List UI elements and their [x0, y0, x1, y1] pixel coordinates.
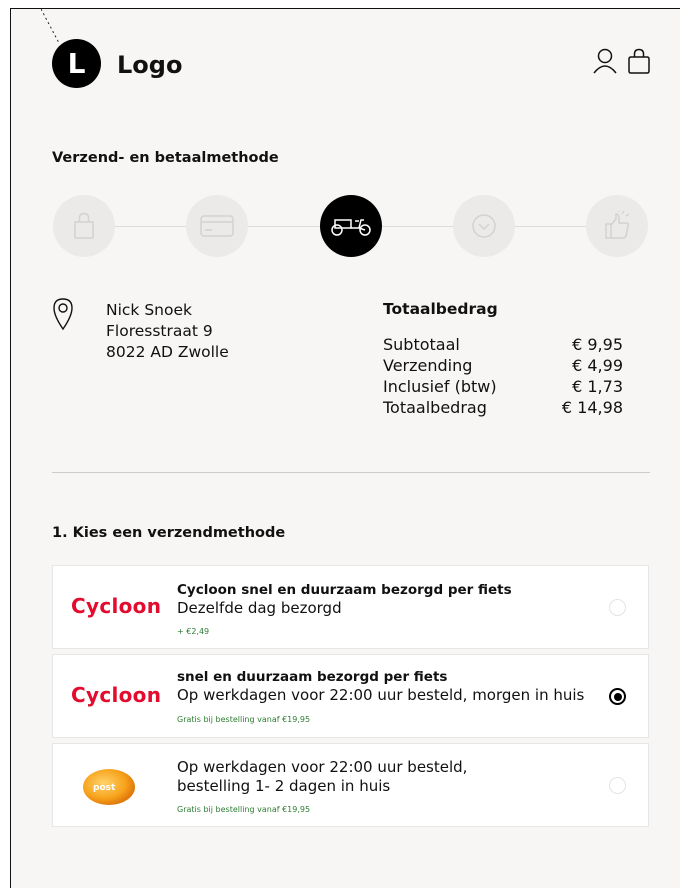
totals-label: Verzending	[383, 356, 473, 375]
step-cart[interactable]	[53, 195, 115, 257]
step-review[interactable]	[453, 195, 515, 257]
totals-row: Subtotaal € 9,95	[383, 334, 623, 355]
shipping-section-title: 1. Kies een verzendmethode	[52, 525, 286, 541]
logo-badge[interactable]: L	[52, 39, 101, 88]
shopping-bag-icon	[74, 212, 94, 239]
totals-table: Subtotaal € 9,95 Verzending € 4,99 Inclusi…	[383, 334, 623, 418]
postnl-logo: post	[83, 769, 135, 805]
step-shipping[interactable]	[320, 195, 382, 257]
shipping-option-description-line2: bestelling 1- 2 dagen in huis	[177, 777, 391, 795]
shipping-option-price: Gratis bij bestelling vanaf €19,95	[177, 715, 311, 724]
dotted-guide-line	[41, 9, 60, 44]
shipping-option-description: Op werkdagen voor 22:00 uur besteld,	[177, 758, 468, 776]
shopping-bag-icon[interactable]	[626, 47, 652, 75]
shipping-option-title: Cycloon snel en duurzaam bezorgd per fie…	[177, 582, 512, 598]
totals-title: Totaalbedrag	[383, 300, 498, 318]
user-icon[interactable]	[592, 47, 618, 75]
shipping-option-description: Dezelfde dag bezorgd	[177, 599, 342, 617]
location-pin-icon	[53, 298, 73, 331]
cycloon-logo: Cycloon	[71, 683, 162, 707]
totals-label: Totaalbedrag	[383, 398, 487, 417]
shipping-option-radio-selected[interactable]	[609, 688, 626, 705]
shipping-option-price: Gratis bij bestelling vanaf €19,95	[177, 805, 311, 814]
cargo-bike-icon	[331, 219, 371, 236]
thumbs-up-icon	[605, 211, 630, 239]
address-street: Floresstraat 9	[106, 322, 213, 340]
totals-label: Inclusief (btw)	[383, 377, 497, 396]
shipping-option-cycloon-sameday[interactable]: Cycloon Cycloon snel en duurzaam bezorgd…	[52, 565, 649, 649]
shipping-option-cycloon-nextday[interactable]: Cycloon snel en duurzaam bezorgd per fie…	[52, 654, 649, 738]
section-divider	[52, 472, 650, 473]
svg-text:post: post	[93, 783, 116, 793]
delivery-address: Nick Snoek Floresstraat 9 8022 AD Zwolle	[106, 300, 229, 363]
checkout-section-title: Verzend- en betaalmethode	[52, 150, 279, 166]
totals-value: € 1,73	[572, 377, 623, 396]
credit-card-icon	[200, 215, 234, 237]
totals-row: Totaalbedrag € 14,98	[383, 397, 623, 418]
chevron-down-circle-icon	[472, 214, 496, 238]
shipping-option-radio[interactable]	[609, 777, 626, 794]
totals-value: € 14,98	[561, 398, 623, 417]
shipping-option-description: Op werkdagen voor 22:00 uur besteld, mor…	[177, 686, 585, 704]
step-payment[interactable]	[186, 195, 248, 257]
totals-value: € 4,99	[572, 356, 623, 375]
shipping-option-price: + €2,49	[177, 627, 210, 636]
totals-row: Inclusief (btw) € 1,73	[383, 376, 623, 397]
shipping-option-radio[interactable]	[609, 599, 626, 616]
totals-value: € 9,95	[572, 335, 623, 354]
step-confirmation[interactable]	[586, 195, 648, 257]
totals-row: Verzending € 4,99	[383, 355, 623, 376]
shipping-option-postnl[interactable]: post Op werkdagen voor 22:00 uur besteld…	[52, 743, 649, 827]
shipping-option-title: snel en duurzaam bezorgd per fiets	[177, 669, 448, 685]
address-city: 8022 AD Zwolle	[106, 343, 229, 361]
brand-name[interactable]: Logo	[117, 51, 182, 79]
cycloon-logo: Cycloon	[71, 594, 162, 618]
address-name: Nick Snoek	[106, 301, 192, 319]
totals-label: Subtotaal	[383, 335, 460, 354]
